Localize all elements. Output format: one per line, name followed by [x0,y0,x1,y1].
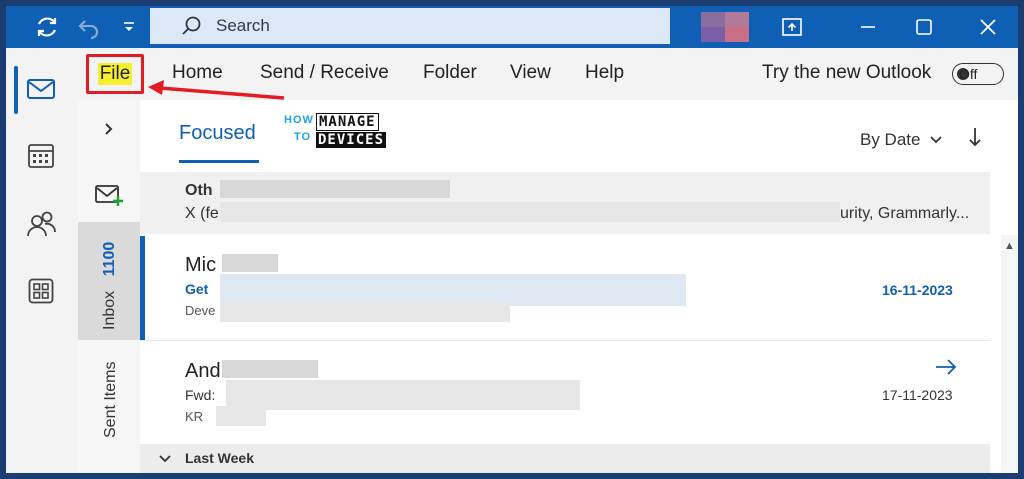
redacted-block [226,380,580,410]
message-subject: Get [185,281,209,297]
scrollbar[interactable] [1001,235,1018,473]
group-header-label: Last Week [185,450,254,466]
message-preview: KR [185,409,204,424]
focused-tab-underline [179,160,259,163]
menu-folder[interactable]: Folder [423,62,477,84]
redacted-block [220,180,450,198]
undo-icon[interactable] [74,12,104,42]
minimize-icon[interactable] [852,12,884,42]
search-box[interactable]: Search [150,8,670,44]
file-annotation-box: File [86,54,144,94]
customize-toolbar-icon[interactable] [114,12,144,42]
scroll-up-icon[interactable]: ▲ [1004,240,1015,252]
message-date: 17-11-2023 [882,387,953,403]
people-icon[interactable] [22,206,60,240]
sync-icon[interactable] [32,12,62,42]
redacted-block [222,254,278,272]
new-mail-icon[interactable] [94,182,124,213]
sort-direction-icon[interactable] [968,126,982,154]
watermark-to: TO [294,131,312,143]
watermark-logo: HOW TO MANAGE DEVICES [284,112,394,150]
annotation-arrow [148,80,285,100]
redacted-block [222,360,318,378]
expand-chevron-icon[interactable] [104,122,114,141]
search-input[interactable]: Search [216,16,270,36]
avatar[interactable] [701,12,749,42]
message-row[interactable]: And Fwd: KR 17-11-2023 [140,342,990,442]
try-new-outlook-toggle[interactable]: Off [952,63,1004,85]
watermark-how: HOW [284,114,314,126]
forwarded-arrow-icon [934,358,958,381]
inbox-count: 1100 [101,241,118,277]
folder-sent-items[interactable]: Sent Items [102,362,120,438]
message-list: Focused HOW TO MANAGE DEVICES By Date Ot… [140,100,1018,473]
active-indicator [14,66,18,114]
inbox-label: Inbox [101,290,118,330]
other-inbox-row[interactable]: Oth X (fe urity, Grammarly... [140,172,990,234]
redacted-block [220,302,510,322]
outlook-window: Search File Home Send / Receive Folder V… [6,6,1018,473]
menu-help[interactable]: Help [585,62,624,84]
redacted-block [220,202,840,222]
folder-pane: Inbox 1100 Sent Items [78,100,141,473]
watermark-manage: MANAGE [316,113,379,131]
message-subject: Fwd: [185,387,216,403]
sort-by-date-button[interactable]: By Date [860,130,943,150]
close-icon[interactable] [972,12,1004,42]
message-row[interactable]: Mic Get Deve 16-11-2023 [140,236,990,341]
sort-label: By Date [860,130,921,149]
selected-indicator [140,236,145,340]
title-bar: Search [6,6,1018,48]
other-label: Oth [185,182,213,199]
redacted-block [216,406,266,426]
mail-icon[interactable] [22,72,60,106]
chevron-down-icon [930,136,942,144]
toggle-state: Off [959,66,978,82]
apps-icon[interactable] [22,274,60,308]
menu-view[interactable]: View [510,62,551,84]
menu-file[interactable]: File [97,63,133,85]
other-preview-start: X (fe [185,205,219,222]
other-preview-end: urity, Grammarly... [840,205,970,222]
app-nav-rail [6,48,79,473]
search-icon [180,15,202,37]
calendar-icon[interactable] [22,138,60,172]
tab-focused[interactable]: Focused [179,122,256,145]
chevron-down-icon [159,455,171,463]
folder-inbox[interactable]: Inbox 1100 [78,222,140,340]
sent-items-label: Sent Items [102,361,119,438]
message-preview: Deve [185,303,216,318]
coming-soon-icon[interactable] [776,12,808,42]
maximize-icon[interactable] [908,12,940,42]
message-date: 16-11-2023 [882,282,953,298]
group-header-last-week[interactable]: Last Week [140,444,990,473]
watermark-devices: DEVICES [316,132,387,148]
message-sender: Mic [185,254,217,276]
message-sender: And [185,360,221,382]
try-new-outlook-label: Try the new Outlook [762,62,932,83]
inbox-label-group: Inbox 1100 [101,242,119,330]
